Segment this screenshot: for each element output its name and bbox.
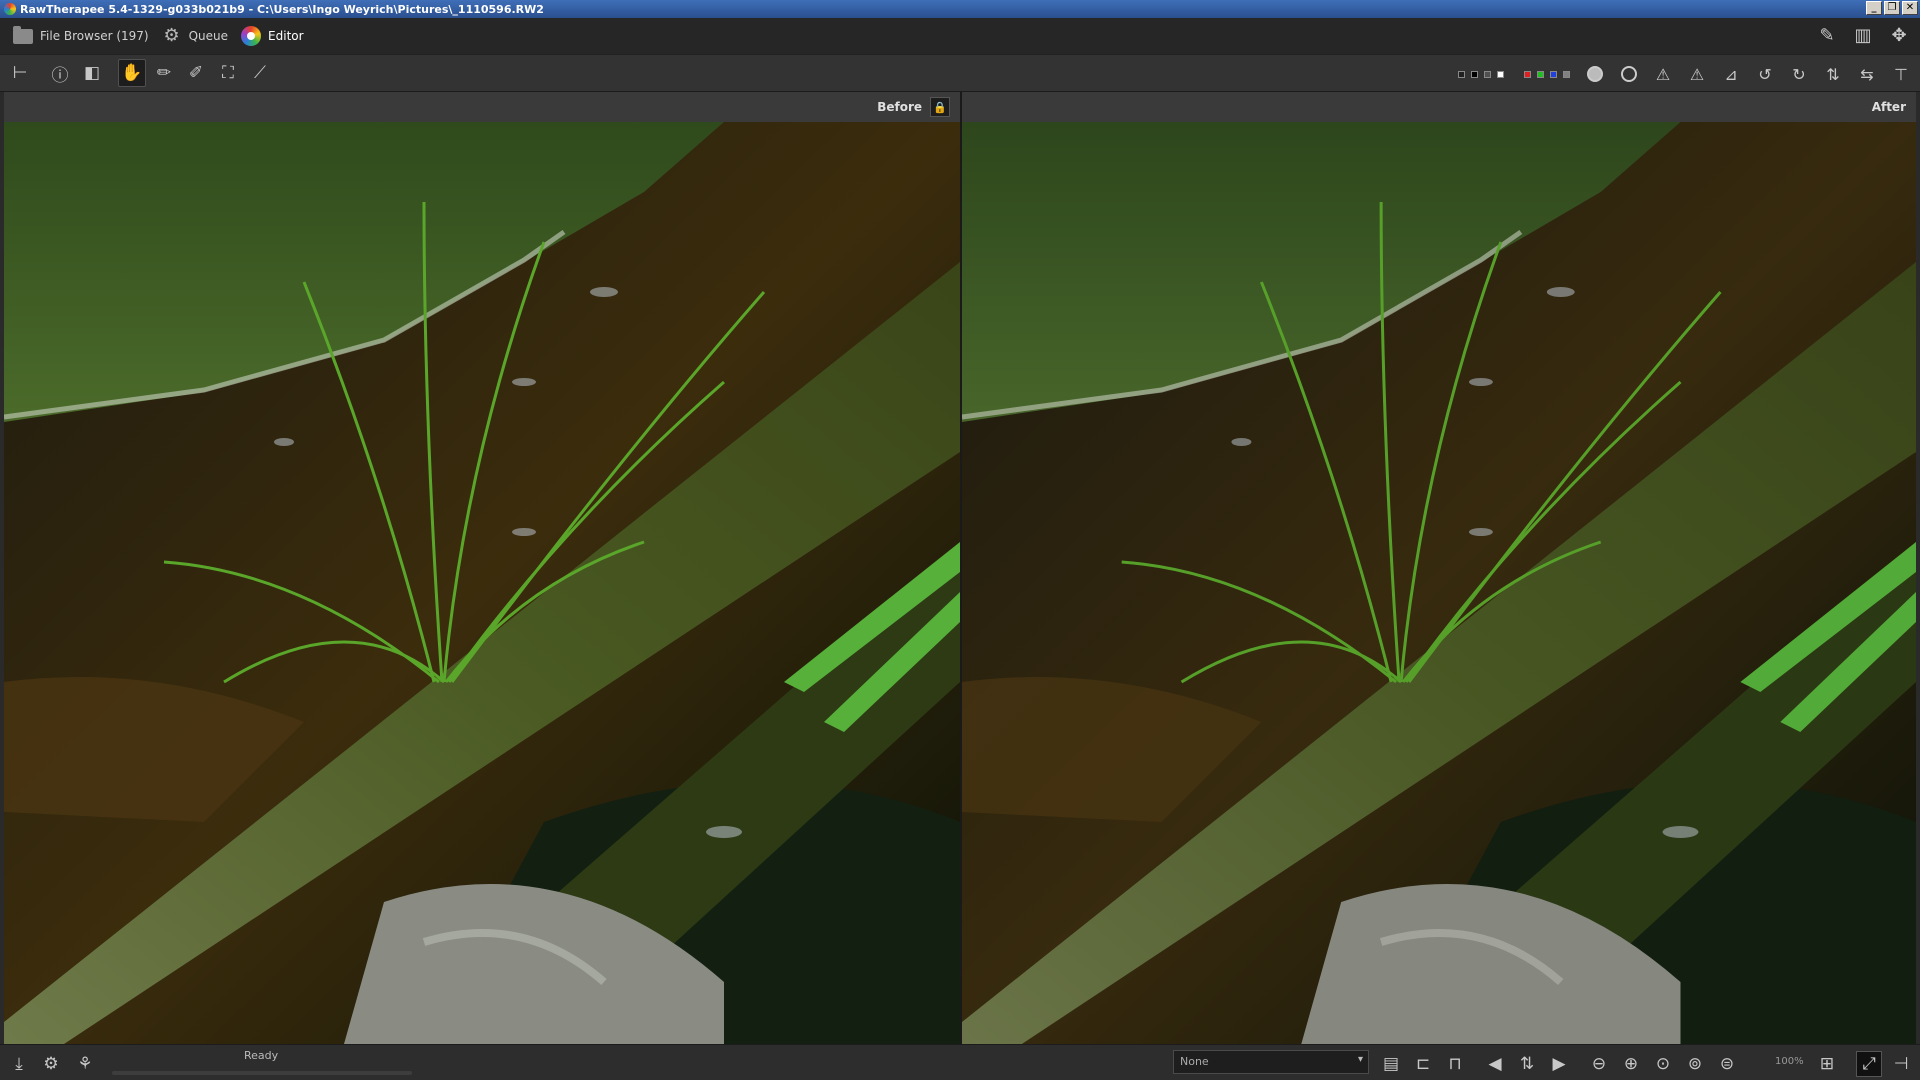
tab-file-browser[interactable]: File Browser (197)	[10, 21, 159, 51]
channel-blue-swatch[interactable]	[1550, 70, 1557, 78]
rotate-left-icon[interactable]: ↺	[1750, 60, 1780, 88]
shadow-warn-icon[interactable]: ⚠	[1682, 60, 1712, 88]
status-bar: ⤓ ⚙ ⚘ Ready None ▾ ▤ ⊏ ⊓ ◀ ⇅ ▶ ⊖ ⊕ ⊙ ⊚ ⊜…	[0, 1044, 1920, 1080]
save-image-icon[interactable]: ⤓	[6, 1051, 32, 1077]
highlight-warn-icon[interactable]: ⚠	[1648, 60, 1678, 88]
progress-bar	[112, 1071, 412, 1075]
focus-mask-icon[interactable]	[1580, 60, 1610, 88]
crop-icon[interactable]: ⛶	[214, 59, 242, 87]
tab-editor[interactable]: Editor	[238, 21, 314, 51]
tab-file-browser-label: File Browser (197)	[40, 29, 149, 43]
fullscreen-icon[interactable]: ✥	[1886, 22, 1912, 48]
navigation-tools: ▤ ⊏ ⊓ ◀ ⇅ ▶ ⊖ ⊕ ⊙ ⊚ ⊜	[1378, 1051, 1740, 1077]
after-label: After	[1871, 100, 1906, 114]
background-swatch-white[interactable]	[1497, 70, 1504, 78]
after-header: After	[962, 92, 1916, 122]
previous-image-icon[interactable]: ◀	[1482, 1051, 1508, 1077]
zoom-fit-icon[interactable]: ⊙	[1650, 1051, 1676, 1077]
color-wheel-icon	[240, 25, 262, 47]
tab-editor-label: Editor	[268, 29, 304, 43]
before-label: Before	[877, 100, 922, 114]
rotate-right-icon[interactable]: ↻	[1784, 60, 1814, 88]
before-after-icon[interactable]: ◧	[78, 59, 106, 87]
zoom-100-icon[interactable]: ⊜	[1714, 1051, 1740, 1077]
channel-green-swatch[interactable]	[1537, 70, 1544, 78]
window-controls: _ ❐ ✕	[1866, 1, 1918, 15]
zoom-fit-crop-icon[interactable]: ⊚	[1682, 1051, 1708, 1077]
info-icon[interactable]: ⓘ	[46, 59, 74, 87]
background-swatch-gray[interactable]	[1484, 70, 1491, 78]
before-photo-graphic	[4, 122, 960, 1044]
sync-filmstrip-icon[interactable]: ⇅	[1514, 1051, 1540, 1077]
color-picker-icon[interactable]: ✐	[182, 59, 210, 87]
gears-icon: ⚙	[163, 25, 180, 46]
minimize-button[interactable]: _	[1866, 1, 1882, 15]
external-editor-icon[interactable]: ⚘	[72, 1051, 98, 1077]
wb-picker-icon[interactable]: ✏	[150, 59, 178, 87]
folder-icon	[12, 25, 34, 47]
panel-layout-icon[interactable]: ▥	[1850, 22, 1876, 48]
preview-tools: ⚠ ⚠ ⊿ ↺ ↻ ⇅ ⇆ ⊤	[1452, 60, 1916, 88]
channel-luminance-swatch[interactable]	[1563, 70, 1570, 78]
window-title: RawTherapee 5.4-1329-g033b021b9 - C:\Use…	[20, 2, 544, 16]
shadow-clip-icon[interactable]	[1614, 60, 1644, 88]
hide-right-panel-icon[interactable]: ⊣	[1888, 1051, 1914, 1077]
fullscreen-preview-icon[interactable]: ⤢	[1856, 1051, 1882, 1077]
reset-profile-icon[interactable]: ⊓	[1442, 1051, 1468, 1077]
lock-icon[interactable]: 🔒	[930, 97, 950, 117]
straighten-icon[interactable]: ⟋	[246, 59, 274, 87]
top-right-tools: ✎ ▥ ✥	[1814, 22, 1912, 48]
paste-profile-icon[interactable]: ⊏	[1410, 1051, 1436, 1077]
zoom-level: 100%	[1775, 1056, 1804, 1067]
next-image-icon[interactable]: ▶	[1546, 1051, 1572, 1077]
app-logo-icon	[4, 3, 16, 15]
after-image[interactable]	[962, 122, 1916, 1044]
chevron-down-icon: ▾	[1357, 1054, 1363, 1065]
before-header: Before 🔒	[4, 92, 960, 122]
close-button[interactable]: ✕	[1902, 1, 1918, 15]
background-swatch-dark[interactable]	[1458, 70, 1465, 78]
copy-profile-icon[interactable]: ▤	[1378, 1051, 1404, 1077]
preview-swatches	[1452, 60, 1576, 88]
profile-select[interactable]: None ▾	[1173, 1050, 1369, 1074]
background-swatch-black[interactable]	[1471, 70, 1478, 78]
channel-red-swatch[interactable]	[1524, 70, 1531, 78]
hide-panel-icon[interactable]: ⊢	[6, 59, 34, 87]
tab-bar: File Browser (197) ⚙ Queue Editor ✎ ▥ ✥	[0, 18, 1920, 54]
editor-toolbar: ⊢ ⓘ ◧ ✋ ✏ ✐ ⛶ ⟋ ⚠ ⚠ ⊿ ↺ ↻ ⇅ ⇆ ⊤	[0, 54, 1920, 92]
pin-icon[interactable]: ⊤	[1886, 60, 1916, 88]
flip-vertical-icon[interactable]: ⇅	[1818, 60, 1848, 88]
tab-queue[interactable]: ⚙ Queue	[159, 21, 238, 51]
after-photo-graphic	[962, 122, 1916, 1044]
restore-button[interactable]: ❐	[1884, 1, 1900, 15]
before-image[interactable]	[4, 122, 960, 1044]
status-text: Ready	[244, 1049, 279, 1062]
new-detail-window-icon[interactable]: ⊞	[1814, 1051, 1840, 1077]
queue-add-icon[interactable]: ⚙	[38, 1051, 64, 1077]
title-bar: RawTherapee 5.4-1329-g033b021b9 - C:\Use…	[0, 0, 1920, 18]
hand-icon[interactable]: ✋	[118, 59, 146, 87]
profile-select-value: None	[1180, 1055, 1209, 1068]
flip-horizontal-icon[interactable]: ⇆	[1852, 60, 1882, 88]
zoom-in-icon[interactable]: ⊕	[1618, 1051, 1644, 1077]
tab-queue-label: Queue	[188, 29, 229, 43]
zoom-out-icon[interactable]: ⊖	[1586, 1051, 1612, 1077]
send-to-editor-icon[interactable]: ✎	[1814, 22, 1840, 48]
histogram-icon[interactable]: ⊿	[1716, 60, 1746, 88]
